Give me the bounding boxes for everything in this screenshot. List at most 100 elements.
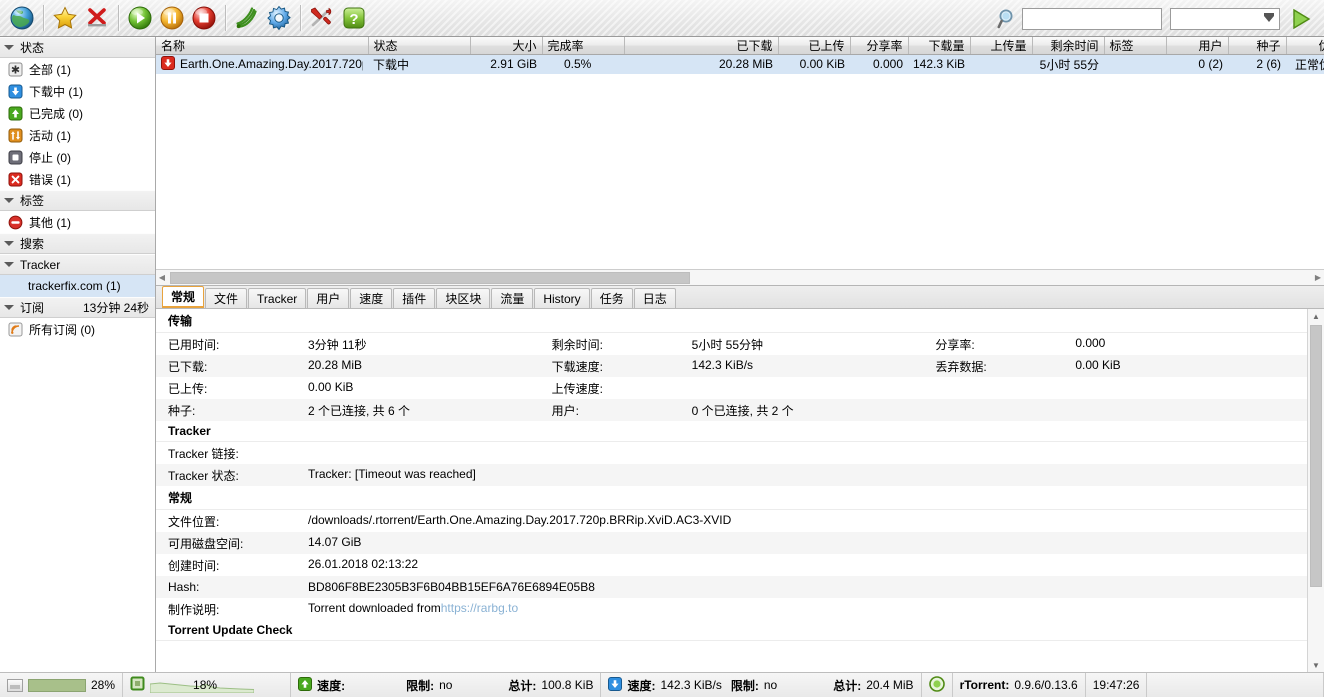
statusbar-disk-usage[interactable]: 28% [0, 673, 124, 697]
details-vscrollbar[interactable]: ▲ ▼ [1307, 309, 1324, 672]
eta-value: 5小时 55分钟 [691, 337, 764, 352]
tab-files[interactable]: 文件 [205, 288, 248, 308]
add-torrent-url-icon[interactable] [6, 2, 38, 34]
stop-torrent-icon[interactable] [188, 2, 220, 34]
sidebar-item-trackerfix[interactable]: trackerfix.com (1) [0, 275, 155, 297]
tab-tracker[interactable]: Tracker [248, 288, 307, 308]
sidebar-group-feeds[interactable]: 订阅 13分钟 24秒 [0, 297, 155, 318]
preferences-icon[interactable] [263, 2, 295, 34]
column-header-name[interactable]: 名称 [156, 37, 369, 55]
upload-total-value: 100.8 KiB [541, 678, 594, 692]
tab-log[interactable]: 日志 [633, 288, 676, 308]
detail-row: Hash: BD806F8BE2305B3F6B04BB15EF6A76E6894… [156, 576, 1307, 598]
table-row[interactable]: Earth.One.Amazing.Day.2017.720p.BRRip.Xv… [156, 54, 1324, 74]
help-icon[interactable]: ? [338, 2, 370, 34]
download-limit-value: no [763, 678, 778, 692]
hscroll-track[interactable] [168, 270, 1312, 285]
sidebar-item-completed[interactable]: 已完成 (0) [0, 102, 155, 124]
vscroll-track[interactable] [1308, 323, 1324, 658]
sidebar-item-label: 其他 (1) [29, 215, 72, 230]
column-header-status[interactable]: 状态 [368, 37, 471, 55]
tab-tasks[interactable]: 任务 [590, 288, 633, 308]
sidebar-item-all-feeds[interactable]: 所有订阅 (0) [0, 318, 155, 340]
comment-link[interactable]: https://rarbg.to [441, 601, 518, 618]
details-panel: 传输 已用时间: 3分钟 11秒 剩余时间: 5小时 55分钟 分享率: 0.000 … [156, 309, 1324, 672]
sidebar-group-tracker-label: Tracker [20, 257, 61, 272]
search-engine-select[interactable] [1170, 7, 1280, 30]
tab-history[interactable]: History [534, 288, 590, 308]
path-label: 文件位置: [168, 514, 220, 529]
tab-speed[interactable]: 速度 [350, 288, 393, 308]
path-value: /downloads/.rtorrent/Earth.One.Amazing.D… [308, 512, 732, 527]
stop-icon [8, 150, 23, 165]
rss-icon [8, 322, 23, 337]
scroll-up-icon[interactable]: ▲ [1308, 309, 1324, 323]
chevron-down-icon [4, 198, 14, 203]
detail-row: 制作说明: Torrent downloaded from https://ra… [156, 598, 1307, 620]
toolbar-separator-1 [43, 5, 44, 31]
search-input[interactable] [1022, 7, 1162, 30]
column-header-peers[interactable]: 用户 [1166, 37, 1229, 55]
statusbar-cpu-usage[interactable]: 18% [123, 673, 292, 697]
column-header-done[interactable]: 完成率 [542, 37, 625, 55]
sidebar-item-other[interactable]: 其他 (1) [0, 211, 155, 233]
add-torrent-favorite-icon[interactable] [49, 2, 81, 34]
start-torrent-icon[interactable] [124, 2, 156, 34]
search-icon[interactable] [994, 8, 1022, 30]
scroll-left-icon[interactable]: ◀ [156, 273, 168, 282]
statusbar-upload[interactable]: 速度: 限制: no 总计: 100.8 KiB [291, 673, 602, 697]
peers-value: 0 个已连接, 共 2 个 [691, 403, 794, 418]
remove-torrent-icon[interactable] [81, 2, 113, 34]
sidebar-item-active[interactable]: 活动 (1) [0, 124, 155, 146]
tab-label: 块区块 [445, 292, 482, 306]
column-header-downloaded[interactable]: 已下载 [624, 37, 779, 55]
sidebar-group-search[interactable]: 搜索 [0, 233, 155, 254]
pause-torrent-icon[interactable] [156, 2, 188, 34]
column-header-label[interactable]: 标签 [1104, 37, 1167, 55]
tab-label: 速度 [359, 292, 384, 306]
main-toolbar: ? [0, 0, 1324, 37]
main-area: 状态 ✱ 全部 (1) 下载中 (1) 已完成 (0) 活动 (1) 停止 (0… [0, 37, 1324, 672]
rtorrent-gui-window: ? 状态 ✱ 全部 (1) 下载中 (1) 已完成 (0) 活动 (1) 停止 … [0, 0, 1324, 697]
tab-peers[interactable]: 用户 [307, 288, 350, 308]
comment-label: 制作说明: [168, 602, 220, 617]
column-header-seeds[interactable]: 种子 [1228, 37, 1287, 55]
column-header-ulspeed[interactable]: 上传量 [970, 37, 1033, 55]
column-header-dlspeed[interactable]: 下载量 [908, 37, 971, 55]
torrent-name: Earth.One.Amazing.Day.2017.720p.BRRip.Xv… [180, 57, 363, 72]
detail-row: 可用磁盘空间: 14.07 GiB [156, 532, 1307, 554]
hscroll-thumb[interactable] [170, 271, 690, 284]
ratio-label: 分享率: [935, 337, 975, 352]
sidebar-item-downloading[interactable]: 下载中 (1) [0, 80, 155, 102]
tab-plugins[interactable]: 插件 [393, 288, 436, 308]
tab-general[interactable]: 常规 [162, 286, 205, 308]
column-header-uploaded[interactable]: 已上传 [778, 37, 851, 55]
sidebar-group-status[interactable]: 状态 [0, 37, 155, 58]
sidebar-item-label: 错误 (1) [29, 172, 72, 187]
feeds-refresh-countdown: 13分钟 24秒 [82, 301, 149, 315]
rss-feeds-icon[interactable] [231, 2, 263, 34]
vscroll-thumb[interactable] [1310, 325, 1322, 587]
column-header-priority[interactable]: 优先级 [1286, 37, 1324, 55]
statusbar-connection-status[interactable] [922, 673, 953, 697]
sidebar-item-label: 活动 (1) [29, 128, 72, 143]
search-go-button[interactable] [1286, 7, 1316, 31]
download-speed-value: 142.3 KiB/s [660, 678, 722, 692]
sidebar-group-tracker[interactable]: Tracker [0, 254, 155, 275]
column-header-ratio[interactable]: 分享率 [850, 37, 909, 55]
torrent-list-hscrollbar[interactable]: ◀ ▶ [156, 269, 1324, 285]
column-header-eta[interactable]: 剩余时间 [1032, 37, 1105, 55]
statusbar-download[interactable]: 速度: 142.3 KiB/s 限制: no 总计: 20.4 MiB [601, 673, 922, 697]
sidebar-group-labels[interactable]: 标签 [0, 190, 155, 211]
column-header-size[interactable]: 大小 [470, 37, 543, 55]
tab-traffic[interactable]: 流量 [491, 288, 534, 308]
detail-row: Tracker 链接: [156, 442, 1307, 464]
sidebar-item-error[interactable]: 错误 (1) [0, 168, 155, 190]
tab-pieces[interactable]: 块区块 [436, 288, 491, 308]
sidebar-item-stopped[interactable]: 停止 (0) [0, 146, 155, 168]
tools-icon[interactable] [306, 2, 338, 34]
scroll-right-icon[interactable]: ▶ [1312, 273, 1324, 282]
scroll-down-icon[interactable]: ▼ [1308, 658, 1324, 672]
sidebar-item-all[interactable]: ✱ 全部 (1) [0, 58, 155, 80]
download-speed-label: 速度: [627, 678, 656, 693]
